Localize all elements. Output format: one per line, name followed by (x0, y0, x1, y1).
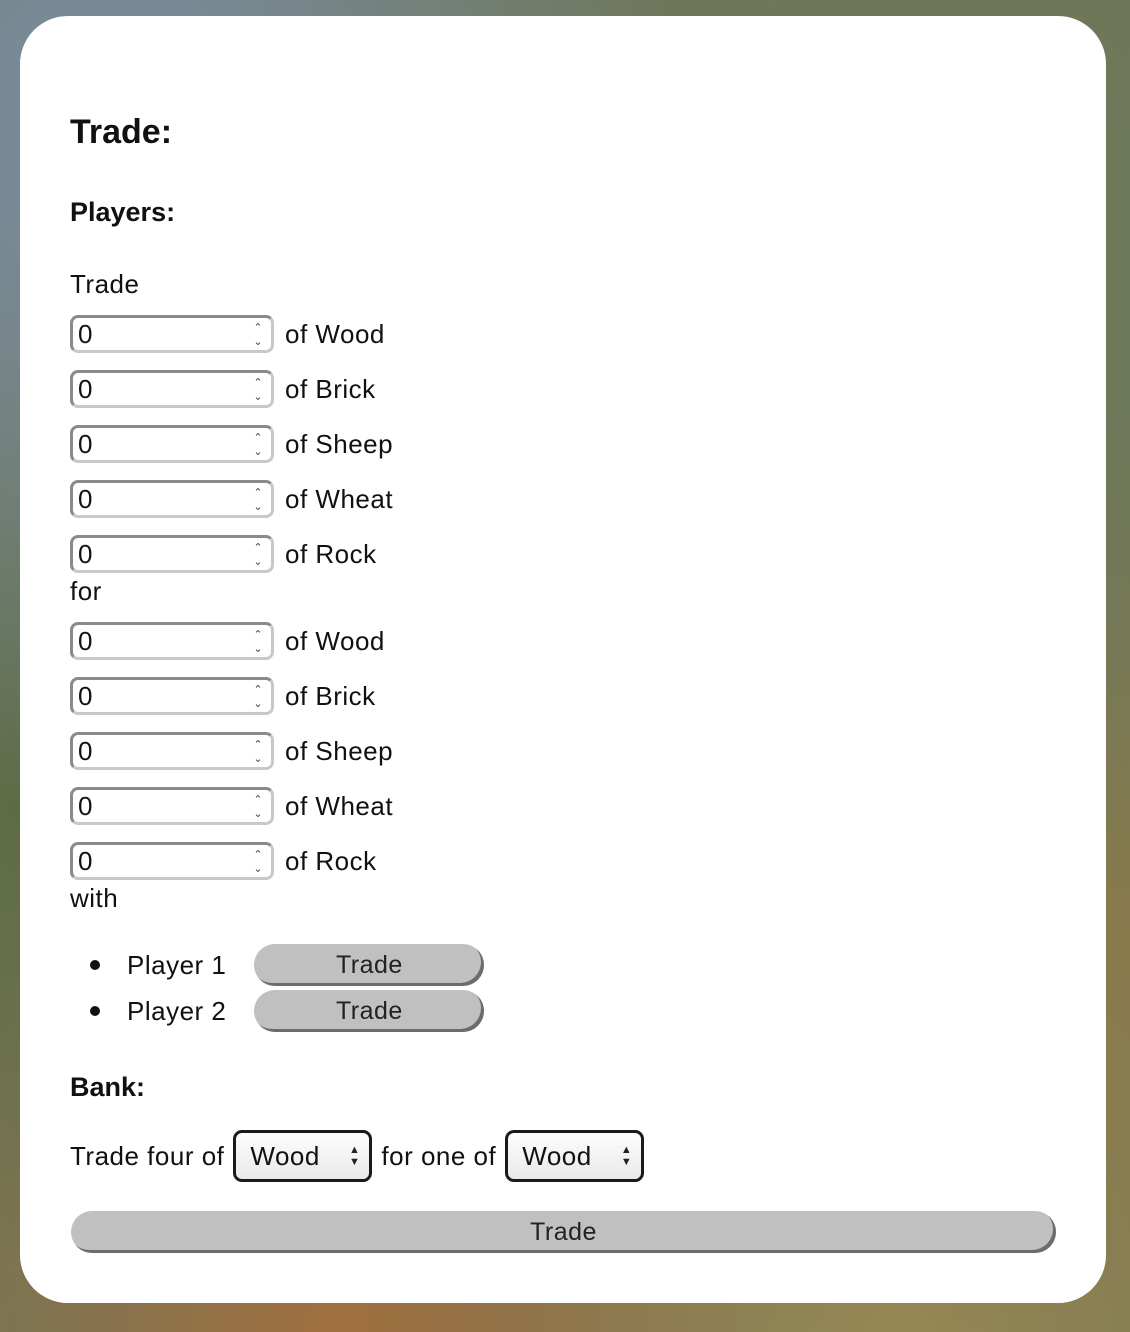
give-wood-label: of Wood (285, 318, 385, 349)
give-sheep-input[interactable]: 0 ⌃ ⌄ (70, 425, 274, 463)
trade-label: Trade (70, 269, 140, 299)
receive-sheep-value: 0 (78, 735, 93, 766)
bank-trade-button[interactable]: Trade (71, 1211, 1056, 1253)
give-rock-input[interactable]: 0 ⌃ ⌄ (70, 535, 274, 573)
receive-wood-label: of Wood (285, 625, 385, 656)
bank-give-value: Wood (250, 1140, 320, 1171)
receive-brick-input[interactable]: 0 ⌃ ⌄ (70, 677, 274, 715)
give-brick-input[interactable]: 0 ⌃ ⌄ (70, 370, 274, 408)
trade-player-1-button[interactable]: Trade (254, 944, 485, 986)
bank-receive-value: Wood (522, 1140, 592, 1171)
spinner-icon[interactable]: ⌃ ⌄ (251, 629, 265, 655)
receive-rock-label: of Rock (285, 845, 377, 876)
spinner-icon[interactable]: ⌃ ⌄ (251, 739, 265, 765)
trade-panel: Trade: Players: Trade 0 ⌃ ⌄ of Wood 0 ⌃ ⌄ … (20, 16, 1106, 1303)
give-row-wheat: 0 ⌃ ⌄ of Wheat (70, 480, 393, 518)
give-rock-label: of Rock (285, 538, 377, 569)
page-title: Trade: (70, 113, 173, 151)
give-row-brick: 0 ⌃ ⌄ of Brick (70, 370, 376, 408)
bank-heading: Bank: (70, 1072, 146, 1102)
player-name: Player 2 (127, 995, 227, 1026)
receive-sheep-label: of Sheep (285, 735, 394, 766)
receive-row-brick: 0 ⌃ ⌄ of Brick (70, 677, 376, 715)
give-brick-value: 0 (78, 373, 93, 404)
bullet-icon (90, 960, 100, 970)
spinner-icon[interactable]: ⌃ ⌄ (251, 432, 265, 458)
give-wood-value: 0 (78, 318, 93, 349)
bank-trade-row: Trade four of Wood ▲ ▼ for one of Wood ▲ ▼ (70, 1130, 653, 1182)
give-sheep-label: of Sheep (285, 428, 394, 459)
bullet-icon (90, 1006, 100, 1016)
receive-sheep-input[interactable]: 0 ⌃ ⌄ (70, 732, 274, 770)
receive-brick-label: of Brick (285, 680, 376, 711)
updown-arrows-icon: ▲ ▼ (620, 1144, 633, 1168)
receive-brick-value: 0 (78, 680, 93, 711)
list-item: Player 1 Trade (70, 942, 485, 988)
spinner-icon[interactable]: ⌃ ⌄ (251, 377, 265, 403)
receive-wheat-value: 0 (78, 790, 93, 821)
bank-give-select[interactable]: Wood ▲ ▼ (233, 1130, 373, 1182)
bank-middle-label: for one of (381, 1140, 497, 1171)
give-wheat-label: of Wheat (285, 483, 394, 514)
receive-row-rock: 0 ⌃ ⌄ of Rock (70, 842, 377, 880)
player-list: Player 1 Trade Player 2 Trade (70, 942, 485, 1034)
give-wheat-value: 0 (78, 483, 93, 514)
for-label: for (70, 576, 102, 606)
receive-row-sheep: 0 ⌃ ⌄ of Sheep (70, 732, 393, 770)
give-row-sheep: 0 ⌃ ⌄ of Sheep (70, 425, 393, 463)
players-heading: Players: (70, 197, 176, 227)
spinner-icon[interactable]: ⌃ ⌄ (251, 487, 265, 513)
bank-prefix-label: Trade four of (70, 1140, 225, 1171)
receive-rock-input[interactable]: 0 ⌃ ⌄ (70, 842, 274, 880)
player-name: Player 1 (127, 949, 227, 980)
give-brick-label: of Brick (285, 373, 376, 404)
spinner-icon[interactable]: ⌃ ⌄ (251, 684, 265, 710)
give-row-wood: 0 ⌃ ⌄ of Wood (70, 315, 385, 353)
give-row-rock: 0 ⌃ ⌄ of Rock (70, 535, 377, 573)
receive-rock-value: 0 (78, 845, 93, 876)
receive-row-wood: 0 ⌃ ⌄ of Wood (70, 622, 385, 660)
spinner-icon[interactable]: ⌃ ⌄ (251, 794, 265, 820)
with-label: with (70, 883, 119, 913)
spinner-icon[interactable]: ⌃ ⌄ (251, 542, 265, 568)
receive-wheat-input[interactable]: 0 ⌃ ⌄ (70, 787, 274, 825)
trade-player-2-button[interactable]: Trade (254, 990, 485, 1032)
receive-wheat-label: of Wheat (285, 790, 394, 821)
receive-wood-input[interactable]: 0 ⌃ ⌄ (70, 622, 274, 660)
receive-wood-value: 0 (78, 625, 93, 656)
spinner-icon[interactable]: ⌃ ⌄ (251, 322, 265, 348)
receive-row-wheat: 0 ⌃ ⌄ of Wheat (70, 787, 393, 825)
list-item: Player 2 Trade (70, 988, 485, 1034)
give-wood-input[interactable]: 0 ⌃ ⌄ (70, 315, 274, 353)
give-rock-value: 0 (78, 538, 93, 569)
give-sheep-value: 0 (78, 428, 93, 459)
updown-arrows-icon: ▲ ▼ (349, 1144, 361, 1168)
bank-receive-select[interactable]: Wood ▲ ▼ (505, 1130, 645, 1182)
give-wheat-input[interactable]: 0 ⌃ ⌄ (70, 480, 274, 518)
spinner-icon[interactable]: ⌃ ⌄ (251, 849, 265, 875)
